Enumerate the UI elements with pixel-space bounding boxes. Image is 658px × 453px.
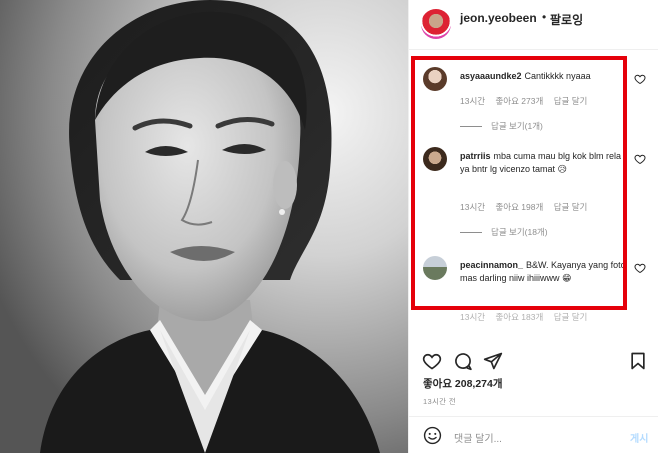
heart-icon[interactable] bbox=[422, 351, 442, 371]
replies-divider bbox=[460, 126, 482, 128]
post-header: jeon.yeobeen • 팔로잉 bbox=[409, 0, 658, 50]
reply-button[interactable]: 답글 달기 bbox=[554, 312, 588, 322]
add-comment-bar: 댓글 달기... 게시 bbox=[409, 416, 658, 453]
reply-button[interactable]: 답글 달기 bbox=[554, 202, 588, 212]
comment-username[interactable]: patrriis bbox=[460, 151, 491, 161]
heart-icon[interactable] bbox=[634, 73, 646, 85]
bookmark-icon[interactable] bbox=[628, 351, 648, 371]
reply-button[interactable]: 답글 달기 bbox=[554, 96, 588, 106]
post-timestamp[interactable]: 13시간 전 bbox=[423, 396, 456, 407]
comment-avatar[interactable] bbox=[423, 67, 447, 91]
post-side-panel: jeon.yeobeen • 팔로잉 asyaaaundke2 Cantikkkk… bbox=[408, 0, 658, 453]
view-replies-label: 답글 보기(1개) bbox=[491, 121, 543, 131]
post-action-bar bbox=[409, 345, 658, 375]
comment-avatar[interactable] bbox=[423, 147, 447, 171]
comment-input[interactable]: 댓글 달기... bbox=[454, 430, 502, 445]
comment-body: Cantikkkk nyaaa bbox=[524, 71, 591, 81]
post-comment-button[interactable]: 게시 bbox=[630, 430, 648, 445]
comment-likes[interactable]: 좋아요 198개 bbox=[495, 202, 543, 212]
comment-username[interactable]: asyaaaundke2 bbox=[460, 71, 522, 81]
post-likes-count[interactable]: 좋아요 208,274개 bbox=[423, 376, 503, 391]
comments-list[interactable]: asyaaaundke2 Cantikkkk nyaaa 13시간 좋아요 273… bbox=[409, 51, 658, 336]
comment-time[interactable]: 13시간 bbox=[460, 96, 485, 106]
replies-divider bbox=[460, 232, 482, 234]
view-replies-label: 답글 보기(18개) bbox=[491, 227, 548, 237]
view-replies-button[interactable]: 답글 보기(1개) bbox=[460, 120, 543, 132]
header-separator: • bbox=[542, 10, 547, 24]
comment-time[interactable]: 13시간 bbox=[460, 312, 485, 322]
comment-likes[interactable]: 좋아요 273개 bbox=[495, 96, 543, 106]
comment-meta: 13시간 좋아요 183개 답글 달기 bbox=[460, 311, 595, 323]
post-photo[interactable] bbox=[0, 0, 408, 453]
header-username[interactable]: jeon.yeobeen bbox=[460, 11, 537, 25]
comment-time[interactable]: 13시간 bbox=[460, 202, 485, 212]
heart-icon[interactable] bbox=[634, 153, 646, 165]
comment-avatar[interactable] bbox=[423, 256, 447, 280]
comment-meta: 13시간 좋아요 198개 답글 달기 bbox=[460, 201, 595, 213]
comment-icon[interactable] bbox=[453, 351, 473, 371]
following-button[interactable]: 팔로잉 bbox=[550, 11, 583, 28]
comment-text: patrriis mba cuma mau blg kok blm rela ya… bbox=[460, 150, 630, 176]
heart-icon[interactable] bbox=[634, 262, 646, 274]
portrait-image bbox=[0, 0, 408, 453]
comment-text: asyaaaundke2 Cantikkkk nyaaa bbox=[460, 70, 630, 83]
comment-meta: 13시간 좋아요 273개 답글 달기 bbox=[460, 95, 595, 107]
comment-text: peacinnamon_ B&W. Kayanya yang foto mas d… bbox=[460, 259, 630, 285]
comment-username[interactable]: peacinnamon_ bbox=[460, 260, 523, 270]
view-replies-button[interactable]: 답글 보기(18개) bbox=[460, 226, 548, 238]
smiley-icon[interactable] bbox=[423, 426, 442, 445]
paper-plane-icon[interactable] bbox=[483, 351, 503, 371]
profile-avatar[interactable] bbox=[421, 9, 451, 39]
comment-likes[interactable]: 좋아요 183개 bbox=[495, 312, 543, 322]
